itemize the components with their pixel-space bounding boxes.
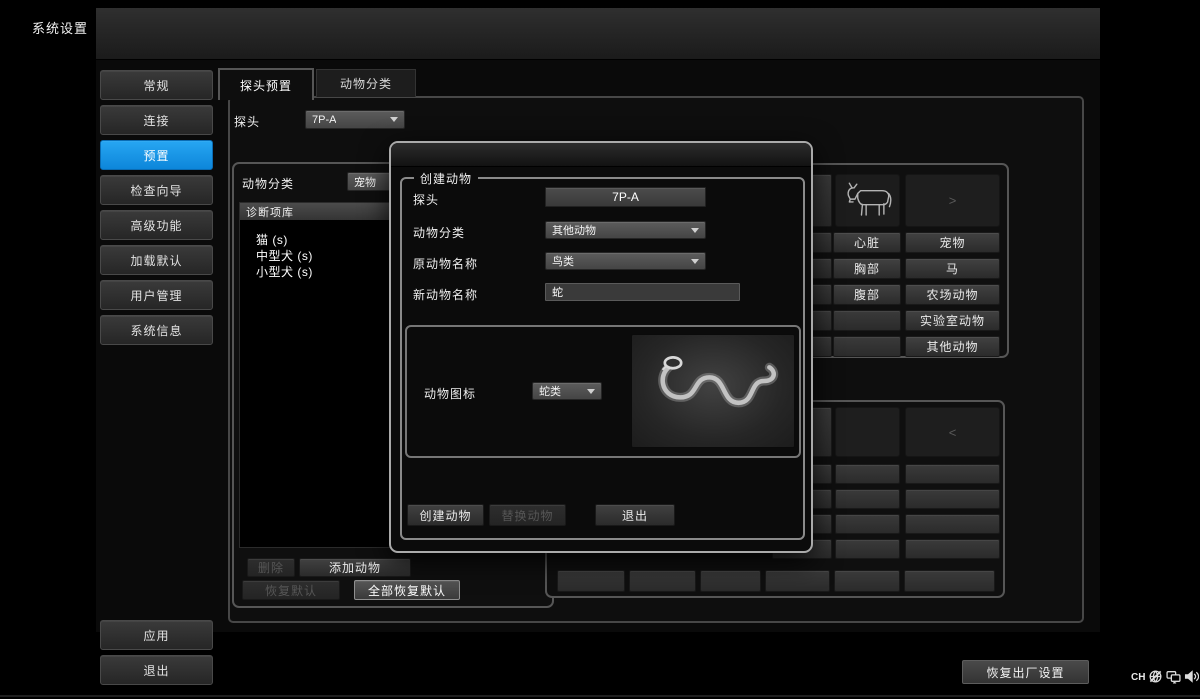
sidebar-item-load-default[interactable]: 加载默认: [100, 245, 213, 275]
sidebar-item-exam-wizard[interactable]: 检查向导: [100, 175, 213, 205]
slot-button[interactable]: [835, 514, 900, 534]
dialog-icon-select[interactable]: 蛇类: [532, 382, 602, 400]
chevron-down-icon: [390, 117, 398, 122]
animal-image-button-empty[interactable]: [835, 407, 900, 457]
slot-button[interactable]: [834, 570, 900, 592]
factory-reset-button[interactable]: 恢复出厂设置: [962, 660, 1089, 684]
exam-button-chest[interactable]: 胸部: [833, 258, 901, 279]
slot-button[interactable]: [835, 464, 900, 484]
chevron-left-icon: <: [949, 425, 957, 440]
sidebar-item-general[interactable]: 常规: [100, 70, 213, 100]
category-button-pet[interactable]: 宠物: [905, 232, 1000, 253]
animal-image-button[interactable]: [835, 174, 900, 227]
create-animal-button[interactable]: 创建动物: [407, 504, 484, 526]
sidebar-item-user-mgmt[interactable]: 用户管理: [100, 280, 213, 310]
probe-label: 探头: [234, 113, 260, 130]
probe-select[interactable]: 7P-A: [305, 110, 405, 129]
chevron-down-icon: [691, 228, 699, 233]
cow-icon: [840, 179, 896, 223]
slot-button[interactable]: [905, 489, 1000, 509]
dialog-exit-button[interactable]: 退出: [595, 504, 675, 526]
dialog-orig-name-value: 鸟类: [552, 253, 574, 269]
slot-button[interactable]: [700, 570, 761, 592]
next-page-button[interactable]: >: [905, 174, 1000, 227]
create-animal-dialog: 创建动物 探头 7P-A 动物分类 其他动物 原动物名称 鸟类 新动物名称 蛇 …: [389, 141, 813, 553]
restore-all-default-button[interactable]: 全部恢复默认: [354, 580, 460, 600]
dialog-titlebar[interactable]: [391, 143, 811, 167]
screen-bottom-divider: [0, 695, 1200, 697]
displays-icon: [1166, 669, 1181, 684]
slot-button[interactable]: [629, 570, 696, 592]
delete-animal-button[interactable]: 删除: [247, 558, 295, 577]
language-indicator: CH: [1131, 672, 1145, 683]
exam-button-heart[interactable]: 心脏: [833, 232, 901, 253]
sidebar-item-connect[interactable]: 连接: [100, 105, 213, 135]
category-button-lab[interactable]: 实验室动物: [905, 310, 1000, 331]
slot-button[interactable]: [905, 464, 1000, 484]
exam-button-empty[interactable]: [833, 336, 901, 357]
tab-probe-preset[interactable]: 探头预置: [218, 68, 314, 100]
apply-button[interactable]: 应用: [100, 620, 213, 650]
prev-page-button[interactable]: <: [905, 407, 1000, 457]
slot-button[interactable]: [557, 570, 625, 592]
sidebar-item-advanced[interactable]: 高级功能: [100, 210, 213, 240]
chevron-down-icon: [587, 389, 595, 394]
exit-button[interactable]: 退出: [100, 655, 213, 685]
dialog-legend: 创建动物: [414, 170, 478, 187]
restore-default-button[interactable]: 恢复默认: [242, 580, 340, 600]
category-select-value: 宠物: [354, 174, 376, 190]
dialog-category-value: 其他动物: [552, 222, 596, 238]
replace-animal-button[interactable]: 替换动物: [489, 504, 566, 526]
slot-button[interactable]: [835, 489, 900, 509]
slot-button[interactable]: [905, 539, 1000, 559]
dialog-category-select[interactable]: 其他动物: [545, 221, 706, 239]
exam-button-empty[interactable]: [833, 310, 901, 331]
probe-select-value: 7P-A: [312, 114, 336, 126]
network-icon: [1148, 669, 1163, 684]
dialog-probe-label: 探头: [413, 191, 439, 208]
speaker-icon: [1184, 669, 1199, 684]
page-title: 系统设置: [32, 18, 88, 37]
category-button-farm[interactable]: 农场动物: [905, 284, 1000, 305]
animal-icon-fieldset: 动物图标 蛇类: [405, 325, 801, 458]
dialog-new-name-label: 新动物名称: [413, 286, 478, 303]
animal-icon-preview: [631, 334, 795, 448]
category-button-other[interactable]: 其他动物: [905, 336, 1000, 357]
chevron-right-icon: >: [949, 193, 957, 208]
category-label: 动物分类: [242, 175, 294, 192]
dialog-icon-value: 蛇类: [539, 383, 561, 399]
add-animal-button[interactable]: 添加动物: [299, 558, 411, 577]
dialog-orig-name-label: 原动物名称: [413, 255, 478, 272]
sidebar-item-sys-info[interactable]: 系统信息: [100, 315, 213, 345]
sidebar-item-preset[interactable]: 预置: [100, 140, 213, 170]
slot-button[interactable]: [905, 514, 1000, 534]
dialog-category-label: 动物分类: [413, 224, 465, 241]
chevron-down-icon: [691, 259, 699, 264]
category-button-horse[interactable]: 马: [905, 258, 1000, 279]
slot-button[interactable]: [835, 539, 900, 559]
dialog-icon-label: 动物图标: [424, 385, 476, 402]
slot-button[interactable]: [904, 570, 995, 592]
snake-icon: [638, 341, 788, 441]
exam-button-abdomen[interactable]: 腹部: [833, 284, 901, 305]
dialog-new-name-input[interactable]: 蛇: [545, 283, 740, 301]
slot-button[interactable]: [765, 570, 830, 592]
dialog-orig-name-select[interactable]: 鸟类: [545, 252, 706, 270]
tab-animal-category[interactable]: 动物分类: [316, 69, 416, 97]
dialog-probe-value: 7P-A: [545, 187, 706, 207]
window-titlebar: [96, 8, 1100, 60]
